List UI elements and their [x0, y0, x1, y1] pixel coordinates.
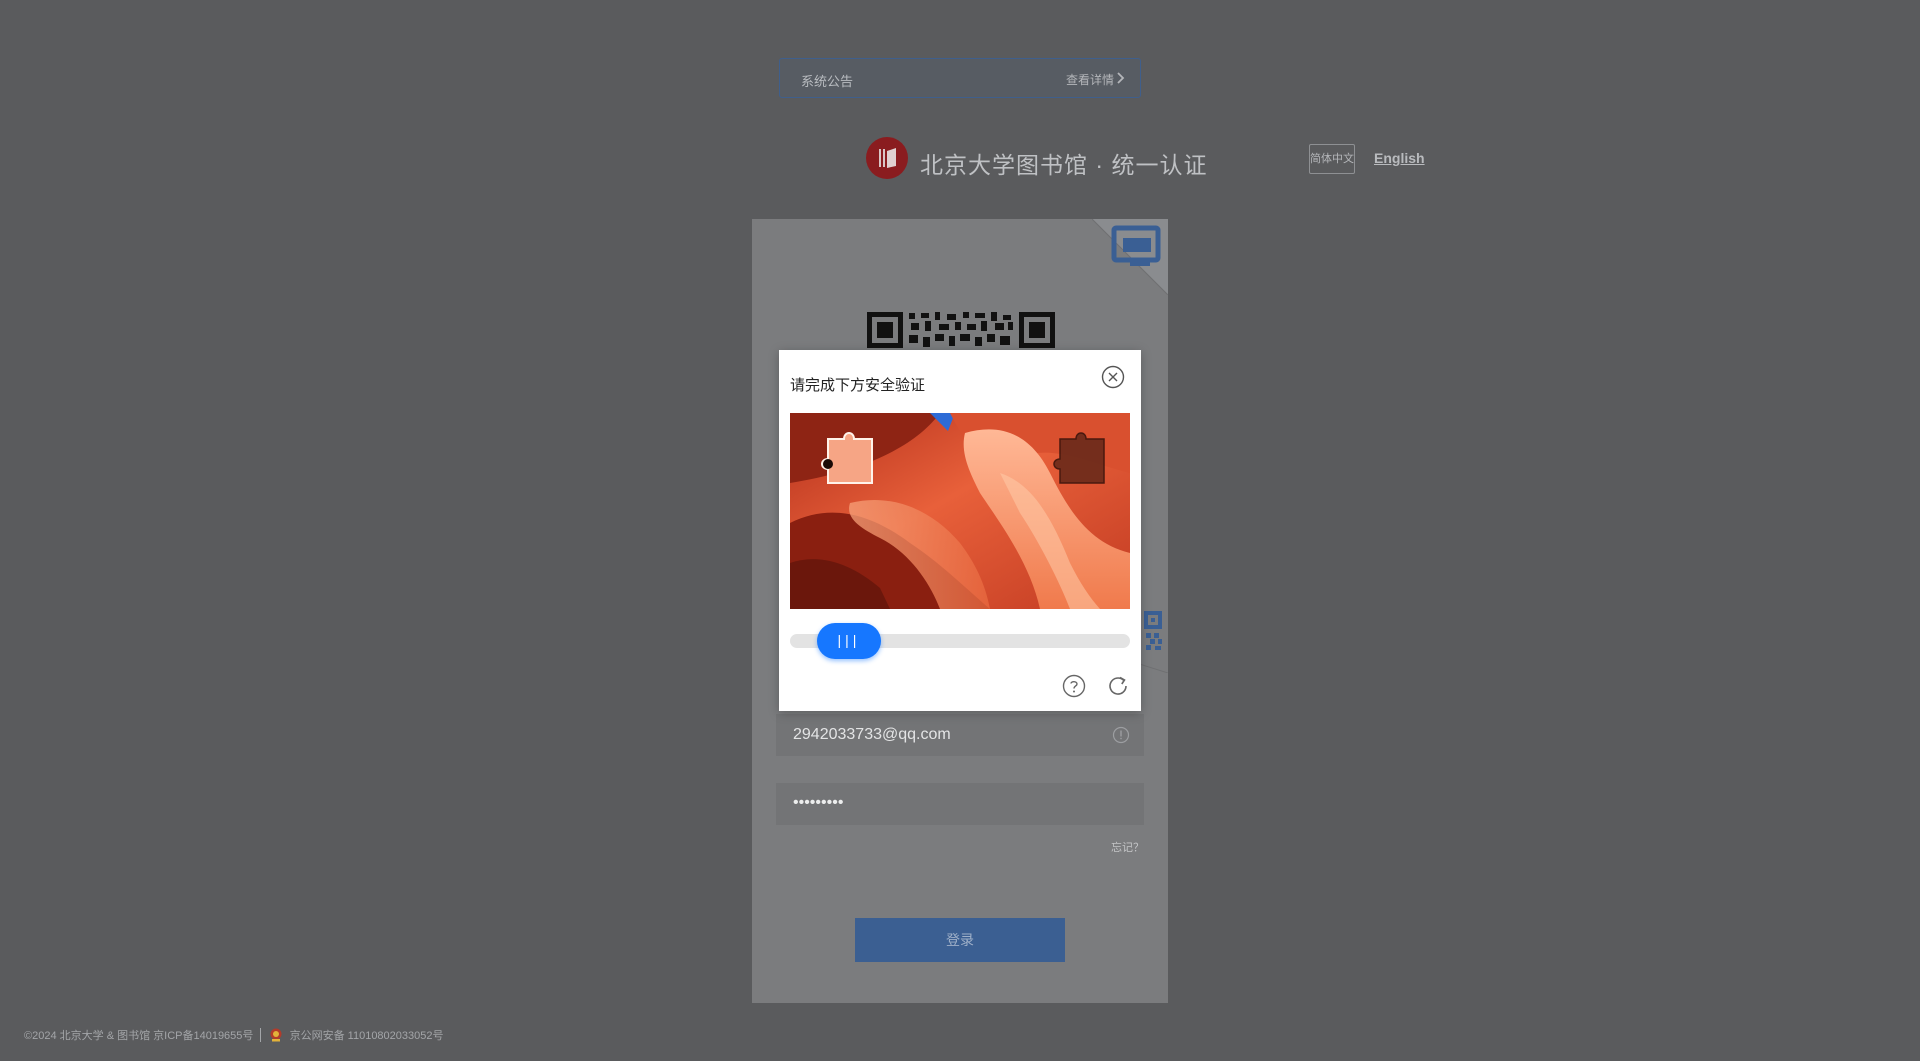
footer-police-record[interactable]: 京公网安备 11010802033052号 [290, 1030, 444, 1042]
police-badge-icon [270, 1028, 282, 1042]
captcha-puzzle-image [790, 413, 1130, 609]
footer: ©2024 北京大学 & 图书馆 京ICP备14019655号 京公网安备 11… [24, 1027, 444, 1043]
login-button[interactable]: 登录 [855, 918, 1065, 962]
notice-bar[interactable]: 系统公告 查看详情 [779, 58, 1141, 98]
email-field[interactable]: 2942033733@qq.com [776, 714, 1144, 756]
info-icon[interactable] [1112, 726, 1130, 744]
language-english-link[interactable]: English [1374, 150, 1425, 166]
brand-name: 北京大学图书馆 · 统一认证 [920, 152, 1208, 178]
refresh-icon[interactable] [1106, 674, 1130, 698]
footer-copyright[interactable]: ©2024 北京大学 & 图书馆 京ICP备14019655号 [24, 1030, 253, 1042]
monitor-corner-icon[interactable] [1092, 219, 1168, 295]
qr-code-icon [867, 312, 1055, 348]
slider-handle[interactable]: ||| [817, 623, 881, 659]
password-field[interactable]: ••••••••• [776, 783, 1144, 825]
close-icon[interactable] [1101, 365, 1125, 389]
captcha-title: 请完成下方安全验证 [790, 377, 926, 394]
footer-divider [260, 1028, 262, 1042]
help-icon[interactable] [1062, 674, 1086, 698]
chevron-right-icon [1117, 72, 1125, 84]
language-chinese-button[interactable]: 简体中文 [1309, 144, 1355, 174]
library-logo-icon [866, 137, 908, 179]
notice-text: 系统公告 [801, 74, 854, 89]
notice-link[interactable]: 查看详情 [1066, 71, 1114, 88]
email-value: 2942033733@qq.com [793, 726, 951, 743]
captcha-dialog: 请完成下方安全验证 ||| [779, 350, 1141, 711]
password-value: ••••••••• [793, 794, 844, 811]
forgot-password-link[interactable]: 忘记？ [1111, 839, 1144, 855]
